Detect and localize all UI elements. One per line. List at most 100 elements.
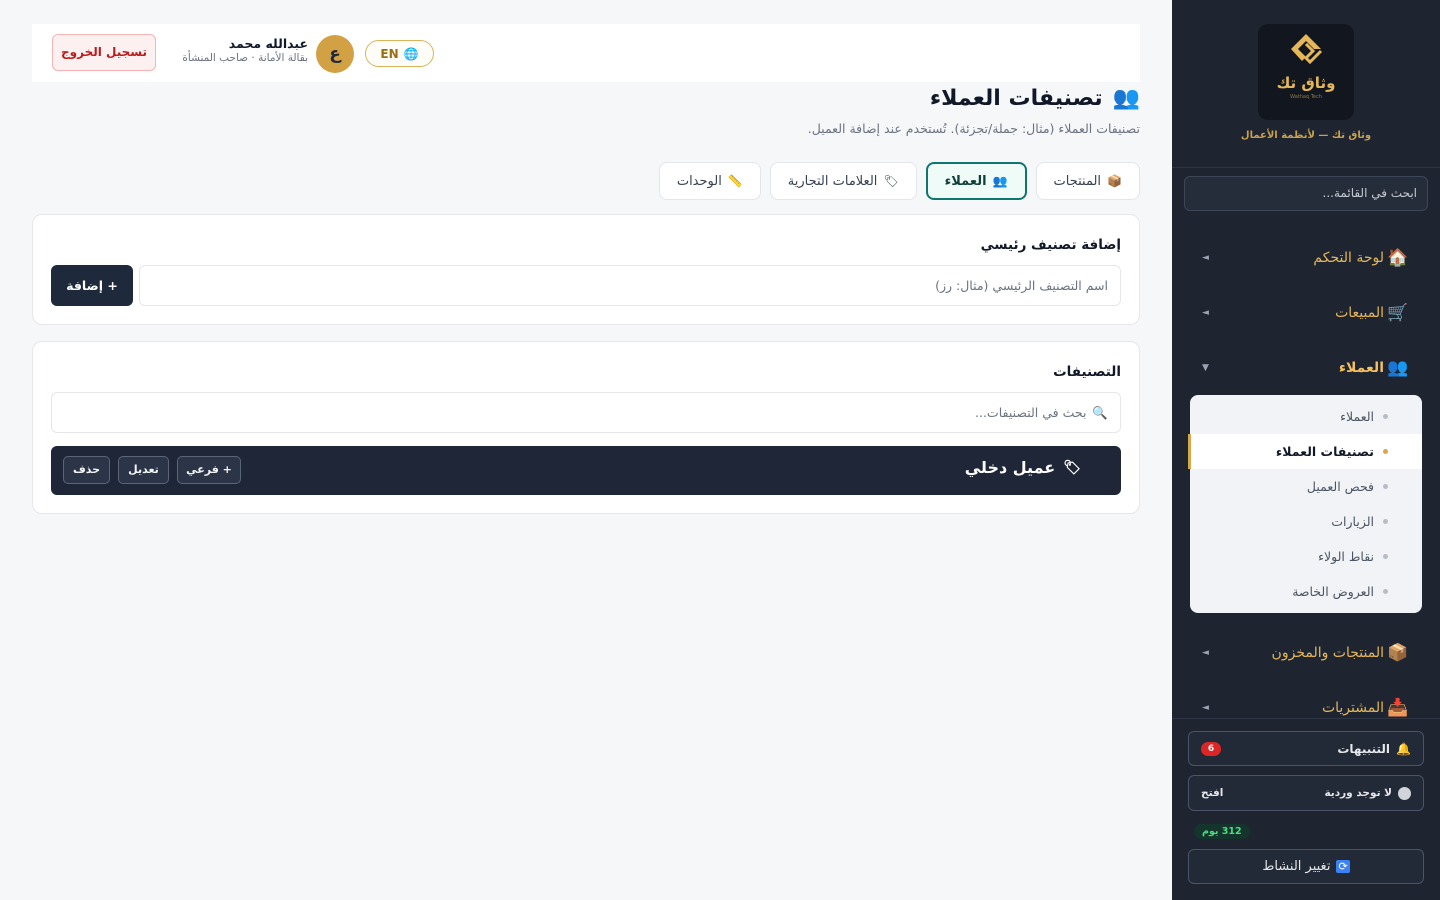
- logo: وثاق تك Wathaq Tech: [1258, 24, 1354, 120]
- sidebar: وثاق تك Wathaq Tech وثاق تك — لأنظمة الأ…: [1172, 0, 1440, 900]
- refresh-icon: ⟳: [1336, 860, 1350, 873]
- bullet-icon: [1383, 449, 1388, 454]
- caret-left-icon: ◄: [1202, 308, 1209, 318]
- add-subcategory-button[interactable]: + فرعي: [177, 456, 241, 484]
- category-row: 🏷 عميل دخلي + فرعي تعديل حذف: [51, 446, 1121, 495]
- sidebar-item-label: المنتجات والمخزون: [1271, 645, 1384, 661]
- notifications-count-badge: 6: [1201, 741, 1221, 756]
- users-icon: 👥: [1387, 358, 1409, 378]
- caret-left-icon: ◄: [1202, 648, 1209, 658]
- page-title-text: تصنيفات العملاء: [929, 86, 1103, 111]
- tab-customers[interactable]: 👥 العملاء: [925, 162, 1027, 200]
- customers-submenu: العملاء تصنيفات العملاء فحص العميل الزيا…: [1188, 395, 1422, 613]
- submenu-item-label: فحص العميل: [1306, 479, 1374, 494]
- tab-products[interactable]: 📦 المنتجات: [1035, 162, 1140, 200]
- sidebar-item-customers[interactable]: 👥 العملاء ▼: [1172, 348, 1440, 388]
- home-icon: 🏠: [1387, 248, 1409, 268]
- sidebar-item-label: المشتريات: [1321, 700, 1384, 716]
- shift-status-label: لا توجد وردية: [1324, 787, 1392, 799]
- bullet-icon: [1383, 484, 1388, 489]
- user-name: عبدالله محمد: [228, 36, 308, 51]
- user-info: عبدالله محمد بقالة الأمانة · صاحب المنشأ…: [174, 36, 308, 64]
- tag-icon: 🏷: [1063, 459, 1081, 476]
- brand-tagline: وثاق تك — لأنظمة الأعمال: [1240, 130, 1372, 141]
- tab-label: المنتجات: [1053, 173, 1102, 189]
- cart-icon: 🛒: [1387, 303, 1409, 323]
- bullet-icon: [1383, 589, 1388, 594]
- categories-search-input[interactable]: 🔍 بحث في التصنيفات...: [51, 392, 1121, 433]
- switch-activity-button[interactable]: ⟳ تغيير النشاط: [1188, 849, 1424, 884]
- logo-mark-icon: [1291, 34, 1323, 65]
- category-name-text: عميل دخلي: [964, 458, 1056, 477]
- delete-button[interactable]: حذف: [63, 456, 110, 484]
- box-icon: 📦: [1107, 174, 1122, 188]
- sidebar-item-products-inventory[interactable]: 📦 المنتجات والمخزون ◄: [1172, 633, 1440, 673]
- sidebar-item-label: لوحة التحكم: [1313, 250, 1384, 266]
- tag-icon: 🏷: [883, 174, 899, 188]
- bullet-icon: [1383, 519, 1388, 524]
- add-category-button[interactable]: + إضافة: [51, 265, 133, 306]
- language-toggle-button[interactable]: 🌐 EN: [365, 40, 434, 67]
- sidebar-search-input[interactable]: ابحث في القائمة...: [1184, 176, 1428, 211]
- users-icon: 👥: [1112, 86, 1140, 111]
- submenu-item-label: الزيارات: [1331, 514, 1374, 529]
- avatar[interactable]: ع: [316, 35, 354, 73]
- submenu-item-customers[interactable]: العملاء: [1190, 399, 1422, 434]
- caret-down-icon: ▼: [1202, 363, 1209, 373]
- page-title: 👥 تصنيفات العملاء: [930, 86, 1140, 111]
- bullet-icon: [1383, 414, 1388, 419]
- submenu-item-customer-categories[interactable]: تصنيفات العملاء: [1188, 434, 1422, 469]
- edit-button[interactable]: تعديل: [118, 456, 169, 484]
- box-icon: 📦: [1387, 643, 1409, 663]
- submenu-item-visits[interactable]: الزيارات: [1190, 504, 1422, 539]
- search-icon: 🔍: [1092, 405, 1108, 420]
- submenu-item-label: تصنيفات العملاء: [1275, 444, 1374, 459]
- user-role: بقالة الأمانة · صاحب المنشأة: [182, 52, 308, 64]
- topbar: تسجيل الخروج عبدالله محمد بقالة الأمانة …: [32, 24, 1140, 82]
- settings-tabs: 📦 المنتجات 👥 العملاء 🏷 العلامات التجارية…: [658, 162, 1140, 200]
- caret-left-icon: ◄: [1202, 253, 1209, 263]
- logo-text: وثاق تك: [1276, 74, 1336, 92]
- category-name: 🏷 عميل دخلي: [965, 458, 1081, 477]
- inbox-icon: 📥: [1387, 698, 1409, 718]
- categories-card: التصنيفات 🔍 بحث في التصنيفات... 🏷 عميل د…: [32, 341, 1140, 514]
- sidebar-item-sales[interactable]: 🛒 المبيعات ◄: [1172, 293, 1440, 333]
- globe-icon: 🌐: [403, 46, 419, 61]
- open-shift-button[interactable]: افتح: [1201, 787, 1223, 799]
- submenu-item-customer-check[interactable]: فحص العميل: [1190, 469, 1422, 504]
- category-name-input[interactable]: اسم التصنيف الرئيسي (مثال: رز): [139, 265, 1121, 306]
- categories-title: التصنيفات: [1053, 364, 1121, 380]
- bell-icon: 🔔: [1396, 741, 1411, 756]
- tab-label: الوحدات: [676, 173, 722, 189]
- ruler-icon: 📏: [727, 174, 743, 188]
- page-subtitle: تصنيفات العملاء (مثال: جملة/تجزئة). تُست…: [807, 121, 1140, 136]
- users-icon: 👥: [992, 174, 1008, 188]
- logout-button[interactable]: تسجيل الخروج: [52, 34, 156, 71]
- subscription-days-badge: 312 يوم: [1194, 824, 1250, 839]
- submenu-item-offers[interactable]: العروض الخاصة: [1190, 574, 1422, 609]
- switch-activity-label: تغيير النشاط: [1262, 859, 1331, 874]
- submenu-item-label: نقاط الولاء: [1318, 549, 1374, 564]
- tab-units[interactable]: 📏 الوحدات: [658, 162, 761, 200]
- add-category-title: إضافة تصنيف رئيسي: [980, 237, 1121, 253]
- shift-status-icon: [1398, 786, 1411, 800]
- search-placeholder: بحث في التصنيفات...: [975, 405, 1087, 420]
- submenu-item-loyalty[interactable]: نقاط الولاء: [1190, 539, 1422, 574]
- logo-subtext: Wathaq Tech: [1290, 94, 1322, 100]
- sidebar-item-dashboard[interactable]: 🏠 لوحة التحكم ◄: [1172, 238, 1440, 278]
- brand-area: وثاق تك Wathaq Tech وثاق تك — لأنظمة الأ…: [1172, 0, 1440, 168]
- submenu-item-label: العروض الخاصة: [1292, 584, 1374, 599]
- tab-brands[interactable]: 🏷 العلامات التجارية: [769, 162, 917, 200]
- sidebar-item-label: العملاء: [1338, 360, 1384, 376]
- tab-label: العلامات التجارية: [787, 173, 878, 189]
- sidebar-footer: 🔔 التنبيهات 6 لا توجد وردية افتح 312 يوم…: [1172, 718, 1440, 900]
- notifications-label: التنبيهات: [1337, 741, 1391, 756]
- bullet-icon: [1383, 554, 1388, 559]
- language-label: EN: [380, 46, 399, 61]
- sidebar-item-label: المبيعات: [1335, 305, 1384, 321]
- submenu-item-label: العملاء: [1340, 409, 1374, 424]
- notifications-button[interactable]: 🔔 التنبيهات 6: [1188, 731, 1424, 766]
- caret-left-icon: ◄: [1202, 703, 1209, 713]
- tab-label: العملاء: [944, 173, 987, 189]
- add-category-card: إضافة تصنيف رئيسي اسم التصنيف الرئيسي (م…: [32, 214, 1140, 325]
